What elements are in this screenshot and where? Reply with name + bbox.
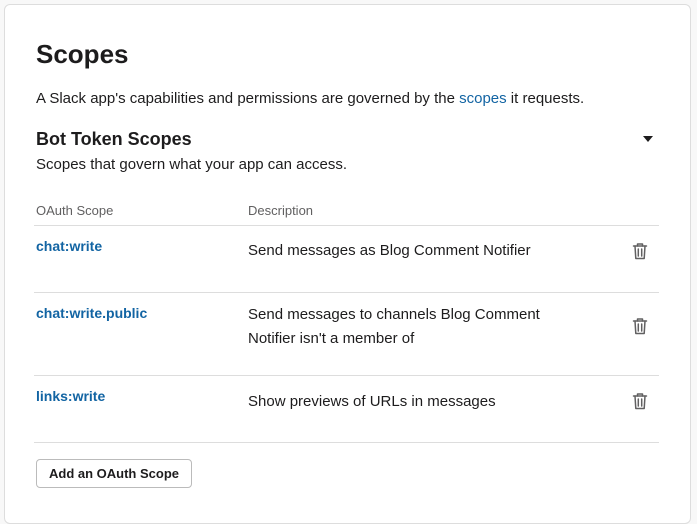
bot-token-scopes-description: Scopes that govern what your app can acc… [36, 156, 348, 173]
column-header-description: Description [248, 203, 314, 218]
scopes-link[interactable]: scopes [459, 90, 507, 107]
table-bottom-divider [34, 442, 659, 443]
bot-token-scopes-heading: Bot Token Scopes [36, 129, 192, 149]
caret-down-icon[interactable] [641, 134, 655, 144]
scope-description: Send messages to channels Blog Comment N… [248, 306, 540, 347]
intro-text: A Slack app's capabilities and permissio… [36, 90, 584, 107]
table-row: chat:write.public Send messages to chann… [34, 292, 659, 376]
column-header-oauth-scope: OAuth Scope [36, 203, 114, 218]
trash-icon[interactable] [632, 242, 648, 260]
scopes-card: Scopes A Slack app's capabilities and pe… [4, 4, 691, 524]
scope-description: Send messages as Blog Comment Notifier [248, 242, 531, 259]
add-oauth-scope-button[interactable]: Add an OAuth Scope [36, 459, 192, 488]
scope-name[interactable]: links:write [36, 388, 105, 404]
scope-name[interactable]: chat:write.public [36, 305, 147, 321]
scope-name[interactable]: chat:write [36, 238, 102, 254]
intro-text-start: A Slack app's capabilities and permissio… [36, 90, 460, 107]
table-row: links:write Show previews of URLs in mes… [34, 375, 659, 443]
scope-description: Show previews of URLs in messages [248, 393, 496, 410]
page-title: Scopes [36, 39, 129, 69]
trash-icon[interactable] [632, 317, 648, 335]
intro-text-end: it requests. [506, 90, 585, 107]
trash-icon[interactable] [632, 392, 648, 410]
table-row: chat:write Send messages as Blog Comment… [34, 225, 659, 293]
